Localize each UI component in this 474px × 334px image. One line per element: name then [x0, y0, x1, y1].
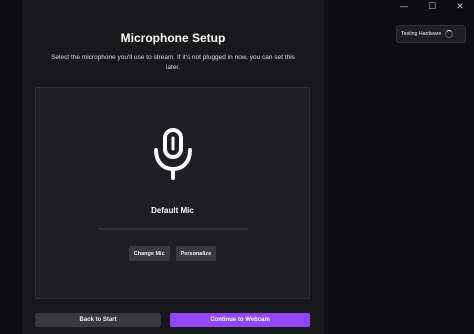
window-controls: — ☐ ✕ [390, 0, 474, 14]
minimize-button[interactable]: — [390, 0, 418, 14]
maximize-button[interactable]: ☐ [418, 0, 446, 14]
page-subtitle: Select the microphone you'll use to stre… [51, 54, 295, 71]
left-background [0, 0, 22, 334]
personalize-button[interactable]: Personalize [175, 246, 217, 261]
testing-hardware-badge: Testing Hardware [396, 25, 466, 43]
continue-to-webcam-button[interactable]: Continue to Webcam [170, 313, 310, 327]
footer-actions: Back to Start Continue to Webcam [35, 313, 310, 327]
mic-name: Default Mic [151, 206, 194, 215]
right-background [324, 0, 474, 334]
close-button[interactable]: ✕ [446, 0, 474, 14]
setup-panel: Microphone Setup Select the microphone y… [22, 0, 324, 334]
testing-hardware-label: Testing Hardware [401, 31, 442, 37]
microphone-card: Default Mic Change Mic Personalize [35, 87, 310, 299]
page-title: Microphone Setup [120, 31, 226, 45]
back-to-start-button[interactable]: Back to Start [35, 313, 161, 327]
loading-spinner-icon [445, 30, 454, 38]
mic-level-meter [98, 228, 248, 230]
change-mic-button[interactable]: Change Mic [128, 246, 170, 261]
microphone-icon [154, 128, 192, 180]
